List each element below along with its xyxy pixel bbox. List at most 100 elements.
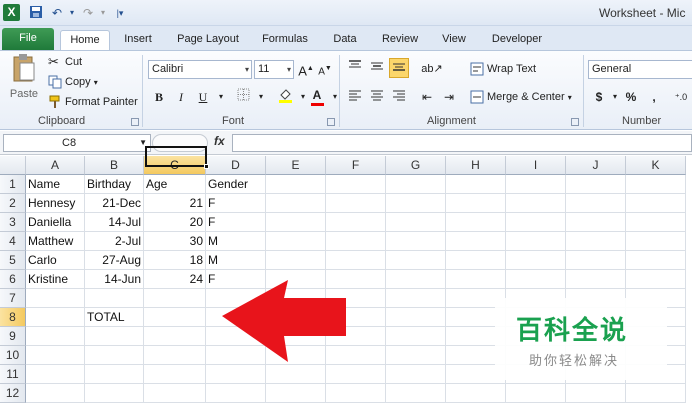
tab-page-layout[interactable]: Page Layout [170, 30, 246, 50]
cell-e5[interactable] [266, 251, 326, 270]
save-icon[interactable] [28, 5, 44, 21]
tab-data[interactable]: Data [324, 30, 366, 50]
underline-dropdown-icon[interactable]: ▾ [212, 88, 230, 106]
tab-file[interactable]: File [2, 28, 54, 50]
paste-button[interactable]: Paste [6, 53, 42, 109]
cell-g12[interactable] [386, 384, 446, 403]
column-header-g[interactable]: G [386, 156, 446, 175]
cell-k3[interactable] [626, 213, 686, 232]
cell-d12[interactable] [206, 384, 266, 403]
cell-j2[interactable] [566, 194, 626, 213]
cell-c3[interactable]: 20 [144, 213, 206, 232]
increase-decimal-button[interactable]: ⁺.0 [672, 88, 690, 106]
cell-k5[interactable] [626, 251, 686, 270]
cell-c5[interactable]: 18 [144, 251, 206, 270]
cell-h1[interactable] [446, 175, 506, 194]
row-header-5[interactable]: 5 [0, 251, 26, 270]
cell-a4[interactable]: Matthew [26, 232, 85, 251]
cell-e1[interactable] [266, 175, 326, 194]
cell-d11[interactable] [206, 365, 266, 384]
column-header-h[interactable]: H [446, 156, 506, 175]
cell-b12[interactable] [85, 384, 144, 403]
tab-view[interactable]: View [434, 30, 474, 50]
align-middle-button[interactable] [368, 59, 386, 77]
alignment-launcher-icon[interactable] [571, 118, 579, 126]
tab-home[interactable]: Home [60, 30, 110, 50]
row-header-4[interactable]: 4 [0, 232, 26, 251]
wrap-text-button[interactable]: Wrap Text [470, 61, 536, 77]
cell-g6[interactable] [386, 270, 446, 289]
cell-e12[interactable] [266, 384, 326, 403]
row-header-9[interactable]: 9 [0, 327, 26, 346]
tab-formulas[interactable]: Formulas [256, 30, 314, 50]
cell-h4[interactable] [446, 232, 506, 251]
percent-button[interactable]: % [622, 88, 640, 106]
underline-button[interactable]: U [194, 88, 212, 106]
cell-g5[interactable] [386, 251, 446, 270]
row-header-10[interactable]: 10 [0, 346, 26, 365]
cell-e4[interactable] [266, 232, 326, 251]
italic-button[interactable]: I [172, 88, 190, 106]
font-color-button[interactable]: A [308, 87, 326, 106]
number-format-select[interactable]: General [588, 60, 692, 79]
column-header-j[interactable]: J [566, 156, 626, 175]
cell-g11[interactable] [386, 365, 446, 384]
cell-k2[interactable] [626, 194, 686, 213]
cell-b6[interactable]: 14-Jun [85, 270, 144, 289]
cell-f3[interactable] [326, 213, 386, 232]
cell-a9[interactable] [26, 327, 85, 346]
column-header-e[interactable]: E [266, 156, 326, 175]
fill-color-button[interactable] [276, 88, 294, 106]
font-name-select[interactable]: Calibri ▾ [148, 60, 252, 79]
cell-c7[interactable] [144, 289, 206, 308]
cell-b2[interactable]: 21-Dec [85, 194, 144, 213]
cell-j4[interactable] [566, 232, 626, 251]
cell-f2[interactable] [326, 194, 386, 213]
clipboard-launcher-icon[interactable] [131, 118, 139, 126]
align-bottom-button[interactable] [389, 58, 409, 78]
shrink-font-button[interactable]: A▼ [316, 60, 334, 78]
align-left-button[interactable] [346, 88, 364, 106]
cell-b3[interactable]: 14-Jul [85, 213, 144, 232]
cell-a3[interactable]: Daniella [26, 213, 85, 232]
cell-j5[interactable] [566, 251, 626, 270]
cell-g9[interactable] [386, 327, 446, 346]
cell-b1[interactable]: Birthday [85, 175, 144, 194]
column-header-b[interactable]: B [85, 156, 144, 175]
font-launcher-icon[interactable] [327, 118, 335, 126]
copy-button[interactable]: Copy ▾ [48, 74, 98, 91]
cell-d5[interactable]: M [206, 251, 266, 270]
undo-dropdown-icon[interactable]: ▾ [64, 5, 80, 21]
cell-b11[interactable] [85, 365, 144, 384]
cell-a10[interactable] [26, 346, 85, 365]
cell-f11[interactable] [326, 365, 386, 384]
undo-icon[interactable]: ↶ [49, 5, 65, 21]
fill-handle[interactable] [204, 164, 209, 169]
cell-e3[interactable] [266, 213, 326, 232]
cell-e2[interactable] [266, 194, 326, 213]
comma-button[interactable]: , [645, 88, 663, 106]
cell-c6[interactable]: 24 [144, 270, 206, 289]
cell-g2[interactable] [386, 194, 446, 213]
row-header-7[interactable]: 7 [0, 289, 26, 308]
cut-button[interactable]: ✂ Cut [48, 54, 82, 70]
cell-e11[interactable] [266, 365, 326, 384]
cell-b7[interactable] [85, 289, 144, 308]
cell-h12[interactable] [446, 384, 506, 403]
cell-d4[interactable]: M [206, 232, 266, 251]
cell-i12[interactable] [506, 384, 566, 403]
row-header-8[interactable]: 8 [0, 308, 26, 327]
cell-b8[interactable]: TOTAL [85, 308, 144, 327]
cell-f4[interactable] [326, 232, 386, 251]
cell-g8[interactable] [386, 308, 446, 327]
cell-d1[interactable]: Gender [206, 175, 266, 194]
cell-h2[interactable] [446, 194, 506, 213]
cell-b9[interactable] [85, 327, 144, 346]
cell-i6[interactable] [506, 270, 566, 289]
redo-icon[interactable]: ↷ [80, 5, 96, 21]
cell-k12[interactable] [626, 384, 686, 403]
tab-insert[interactable]: Insert [116, 30, 160, 50]
cell-c12[interactable] [144, 384, 206, 403]
font-size-select[interactable]: 11 ▾ [254, 60, 294, 79]
format-painter-button[interactable]: Format Painter [48, 94, 138, 110]
